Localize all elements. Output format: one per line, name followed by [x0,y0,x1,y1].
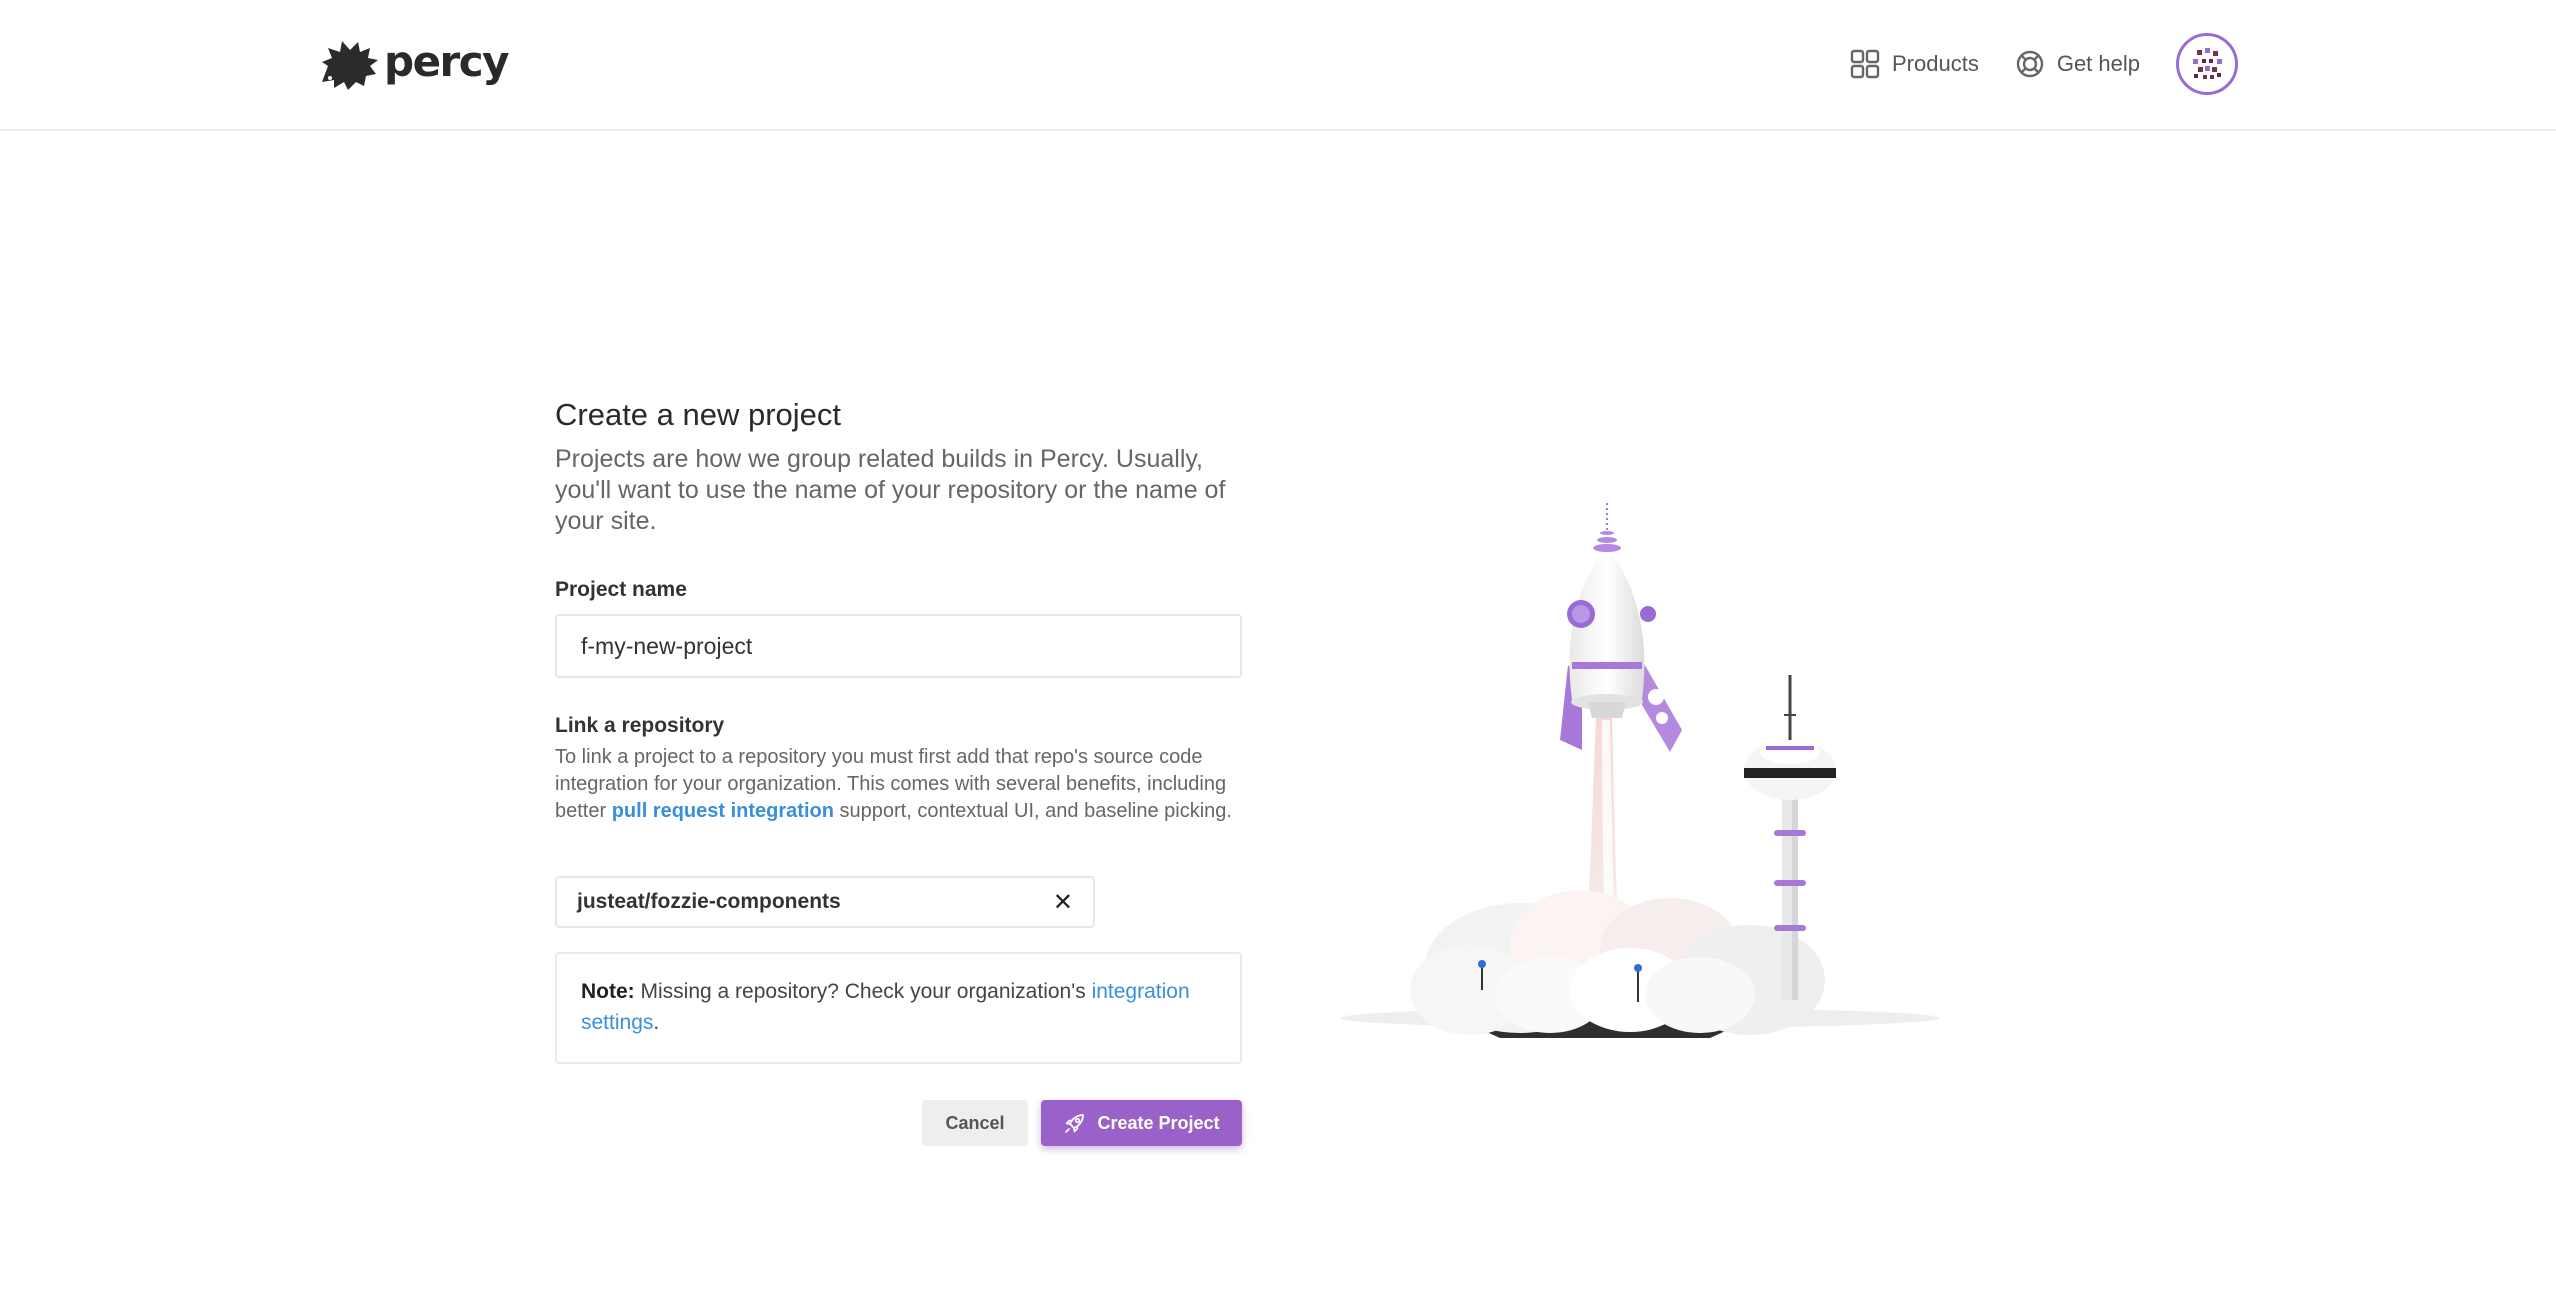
identicon-icon [2183,40,2231,88]
lifebuoy-icon [2016,50,2044,78]
get-help-menu[interactable]: Get help [2015,49,2140,79]
page-subtitle: Projects are how we group related builds… [555,445,1226,535]
note-text: Missing a repository? Check your organiz… [634,980,1092,1003]
note-suffix: . [653,1011,660,1034]
brand-name: percy [384,36,510,86]
repository-select[interactable]: justeat/fozzie-components ✕ [555,876,1095,928]
grid-icon [1850,49,1880,79]
note-prefix: Note: [581,980,635,1003]
page-title: Create a new project [555,397,842,432]
rocket-launch-illustration [1320,490,1980,1060]
products-menu[interactable]: Products [1850,49,1979,79]
pull-request-integration-link[interactable]: pull request integration [612,800,834,822]
create-project-button[interactable]: Create Project [1041,1100,1242,1146]
project-name-label: Project name [555,578,687,601]
user-avatar[interactable] [2176,33,2238,95]
porcupine-icon [322,41,378,90]
rocket-icon [1065,1114,1085,1133]
create-project-form: Create a new project Projects are how we… [555,392,1242,1146]
selected-repository: justeat/fozzie-components [577,890,841,913]
missing-repo-note: Note: Missing a repository? Check your o… [555,952,1242,1064]
products-label: Products [1892,51,1979,76]
top-header: percy Products Get help [0,0,2556,131]
percy-logo[interactable]: percy [318,36,510,92]
repo-desc-text-2: support, contextual UI, and baseline pic… [833,800,1232,822]
rocket-launch-image [1340,500,1940,1038]
header-nav: Products Get help [1850,32,2238,96]
cancel-button[interactable]: Cancel [922,1100,1028,1146]
project-name-input[interactable]: f-my-new-project [555,614,1242,678]
link-repository-label: Link a repository [555,714,725,737]
create-project-label: Create Project [1097,1112,1220,1133]
link-repository-description: To link a project to a repository you mu… [555,744,1245,825]
clear-selection-icon[interactable]: ✕ [1053,888,1073,917]
get-help-label: Get help [2056,51,2140,76]
